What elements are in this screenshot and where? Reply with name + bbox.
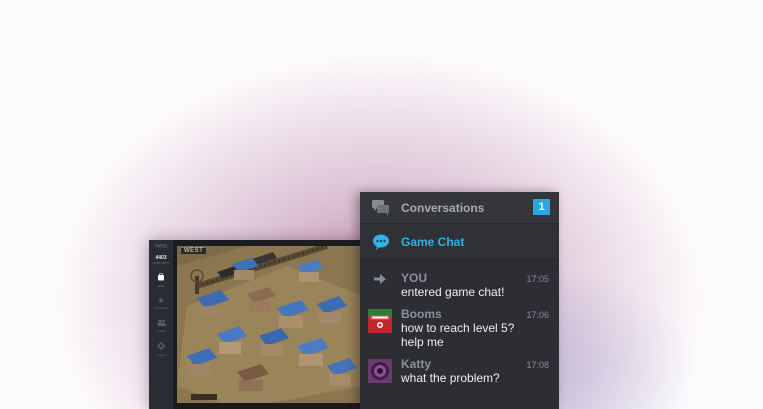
rail-caption: my games (154, 306, 168, 310)
katty-avatar[interactable] (368, 359, 392, 383)
rail-caption: friends (156, 329, 166, 333)
settings-icon (157, 341, 165, 352)
conversations-header[interactable]: Conversations 1 (360, 192, 559, 224)
message-list: YOU entered game chat! 17:05 Booms how t… (360, 260, 559, 389)
side-rail: lazyg 4403 gold coins store ★ my games f… (149, 240, 173, 409)
rail-store-button[interactable]: store (153, 272, 169, 288)
message-time: 17:06 (526, 310, 549, 320)
arrow-right-icon (368, 273, 392, 297)
unread-badge: 1 (533, 199, 550, 215)
rail-caption: options (156, 352, 166, 357)
chat-panel: Conversations 1 Game Chat YOU entered ga… (360, 192, 559, 409)
message-time: 17:08 (526, 360, 549, 370)
rail-brand: lazyg (155, 243, 167, 249)
game-chat-tab[interactable]: Game Chat (360, 224, 559, 260)
chat-bubble-icon (372, 234, 390, 250)
rail-caption: store (157, 283, 165, 288)
rail-options-button[interactable]: options (153, 341, 169, 357)
game-viewport[interactable]: WEST (177, 246, 363, 409)
message-text: what the problem? (401, 371, 500, 385)
booms-avatar[interactable] (368, 309, 392, 333)
star-icon: ★ (157, 296, 165, 305)
message-time: 17:05 (526, 274, 549, 284)
message-text: entered game chat! (401, 285, 505, 299)
message-item: Katty what the problem? 17:08 (360, 353, 559, 389)
message-text: how to reach level 5? (401, 321, 515, 335)
message-item: Booms how to reach level 5? help me 17:0… (360, 303, 559, 353)
shop-bag-icon (157, 272, 165, 283)
people-icon (157, 319, 166, 328)
speech-bubbles-icon (372, 199, 390, 216)
rail-games-button[interactable]: ★ my games (153, 295, 169, 311)
game-window: lazyg 4403 gold coins store ★ my games f… (149, 240, 365, 409)
game-chat-title: Game Chat (401, 234, 465, 249)
message-text: help me (401, 335, 444, 349)
game-scene (177, 246, 363, 409)
rail-friends-button[interactable]: friends (153, 318, 169, 334)
message-item: YOU entered game chat! 17:05 (360, 267, 559, 303)
game-title-tag: WEST (181, 248, 207, 254)
conversations-title: Conversations (401, 200, 485, 215)
rail-stat-label: gold coins (153, 261, 169, 265)
